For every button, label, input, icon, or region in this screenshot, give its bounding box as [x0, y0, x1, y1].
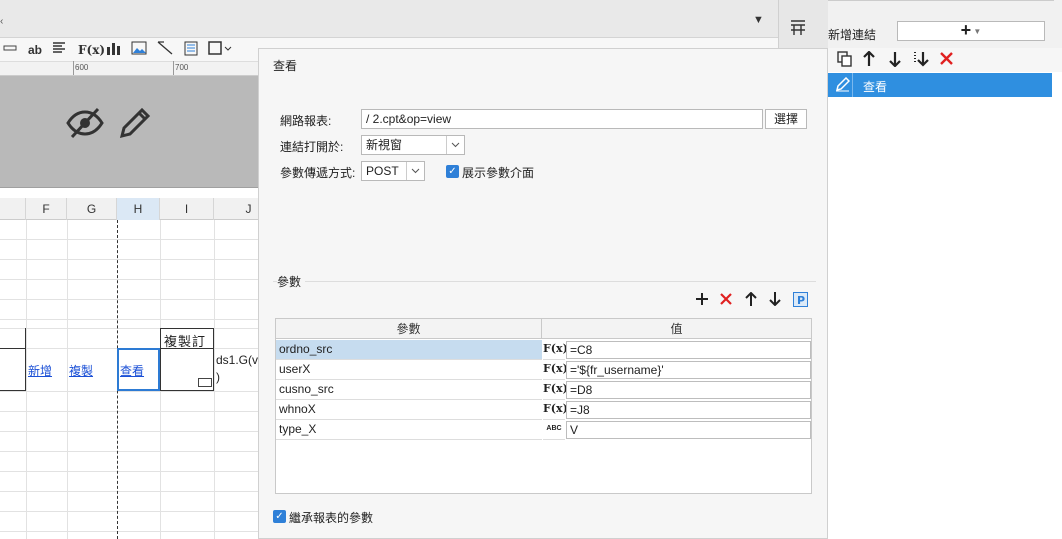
- edit-icon: [835, 76, 851, 95]
- param-down-icon[interactable]: [769, 292, 781, 310]
- param-p-icon[interactable]: P: [793, 292, 808, 311]
- cell-formula-text[interactable]: ds1.G(v: [216, 353, 258, 367]
- param-up-icon[interactable]: [745, 291, 757, 310]
- chevron-down-icon: [446, 136, 464, 154]
- column-header-f[interactable]: F: [26, 198, 67, 220]
- show-params-checkbox[interactable]: ✓: [446, 165, 459, 178]
- align-left-icon[interactable]: [52, 41, 66, 59]
- dialog-title: 查看: [273, 59, 298, 73]
- method-select[interactable]: POST: [361, 161, 425, 181]
- param-name[interactable]: type_X: [276, 420, 542, 440]
- param-row[interactable]: type_X ABC V: [276, 420, 811, 440]
- hyperlink-panel: 新增連結 + ▼ 查看: [828, 0, 1062, 539]
- formula-type-icon[interactable]: F(x): [543, 340, 568, 360]
- params-header-name: 參數: [276, 319, 542, 339]
- edit-pencil-icon[interactable]: [118, 106, 152, 143]
- dropdown-pin-icon[interactable]: ▼: [753, 14, 764, 26]
- move-down-icon[interactable]: [888, 51, 902, 71]
- formula-type-icon[interactable]: F(x): [543, 380, 568, 400]
- image-icon[interactable]: [131, 41, 147, 59]
- chevron-down-icon: [406, 162, 424, 180]
- show-params-label: 展示參數介面: [462, 166, 535, 180]
- param-row[interactable]: cusno_src F(x) =D8: [276, 380, 811, 400]
- param-value[interactable]: =D8: [566, 381, 811, 399]
- slash-icon[interactable]: [157, 41, 173, 59]
- border-icon[interactable]: [3, 41, 17, 59]
- add-param-icon[interactable]: [695, 292, 709, 310]
- form-icon[interactable]: [184, 41, 198, 59]
- cell-widget-icon: [198, 378, 212, 387]
- formula-type-icon[interactable]: F(x): [543, 400, 568, 420]
- report-path-input[interactable]: / 2.cpt&op=view: [361, 109, 763, 129]
- border-style-icon[interactable]: [208, 41, 232, 59]
- link-item-label: 查看: [863, 80, 888, 94]
- sort-icon[interactable]: [912, 51, 930, 71]
- link-toolbar: [828, 48, 1062, 72]
- params-table: 參數 值 ordno_src F(x) =C8 userX F(x) ='${f…: [275, 318, 812, 494]
- link-cell-copy[interactable]: 複製: [69, 362, 93, 379]
- chevron-left-icon[interactable]: ‹: [0, 16, 3, 27]
- cell-formula-text-2[interactable]: ): [216, 370, 220, 384]
- link-cell-new[interactable]: 新增: [28, 362, 52, 379]
- copy-icon[interactable]: [837, 51, 852, 71]
- param-value[interactable]: ='${fr_username}': [566, 361, 811, 379]
- eye-hidden-icon[interactable]: [66, 106, 104, 143]
- cell-header-text[interactable]: 複製訂: [164, 331, 206, 350]
- param-value[interactable]: V: [566, 421, 811, 439]
- formula-type-icon[interactable]: F(x): [543, 360, 568, 380]
- param-row[interactable]: ordno_src F(x) =C8: [276, 340, 811, 360]
- tab-bar: ‹ ▼: [0, 0, 778, 38]
- open-in-select[interactable]: 新視窗: [361, 135, 465, 155]
- param-name[interactable]: userX: [276, 360, 542, 380]
- link-list-item-view[interactable]: 查看: [828, 73, 1052, 97]
- column-header-g[interactable]: G: [67, 198, 117, 220]
- param-name[interactable]: whnoX: [276, 400, 542, 420]
- add-link-button[interactable]: + ▼: [897, 21, 1045, 41]
- ruler-label: 700: [175, 63, 189, 72]
- param-name[interactable]: ordno_src: [276, 340, 542, 360]
- text-tool[interactable]: ab: [28, 41, 42, 59]
- hyperlink-dialog: 查看 網路報表: / 2.cpt&op=view 選擇 連結打開於: 新視窗 參…: [258, 48, 828, 539]
- inherit-params-checkbox[interactable]: ✓: [273, 510, 286, 523]
- chevron-down-icon: ▼: [971, 26, 982, 36]
- param-row[interactable]: userX F(x) ='${fr_username}': [276, 360, 811, 380]
- move-up-icon[interactable]: [862, 50, 876, 71]
- column-header-i[interactable]: I: [160, 198, 214, 220]
- text-type-icon[interactable]: ABC: [543, 420, 565, 440]
- svg-text:P: P: [797, 294, 805, 307]
- param-value[interactable]: =J8: [566, 401, 811, 419]
- link-cell-view[interactable]: 查看: [120, 362, 144, 379]
- inherit-params-label: 繼承報表的參數: [289, 511, 374, 525]
- open-in-label: 連結打開於:: [280, 140, 344, 154]
- bar-chart-icon[interactable]: [106, 41, 121, 59]
- ruler-label: 600: [75, 63, 89, 72]
- param-value[interactable]: =C8: [566, 341, 811, 359]
- report-label: 網路報表:: [280, 114, 332, 128]
- param-row[interactable]: whnoX F(x) =J8: [276, 400, 811, 420]
- choose-button[interactable]: 選擇: [765, 109, 807, 129]
- method-label: 參數傳遞方式:: [280, 166, 356, 180]
- column-header-h[interactable]: H: [117, 198, 160, 220]
- delete-param-icon[interactable]: [719, 292, 733, 310]
- formula-tool[interactable]: F(x): [78, 41, 105, 59]
- grid-layout-icon[interactable]: [789, 19, 807, 40]
- panel-header: 新增連結 + ▼: [828, 0, 1062, 48]
- delete-icon[interactable]: [939, 51, 954, 70]
- params-header-value: 值: [542, 319, 811, 339]
- params-group-title: 參數: [277, 273, 306, 290]
- new-link-label: 新增連結: [828, 28, 877, 42]
- param-name[interactable]: cusno_src: [276, 380, 542, 400]
